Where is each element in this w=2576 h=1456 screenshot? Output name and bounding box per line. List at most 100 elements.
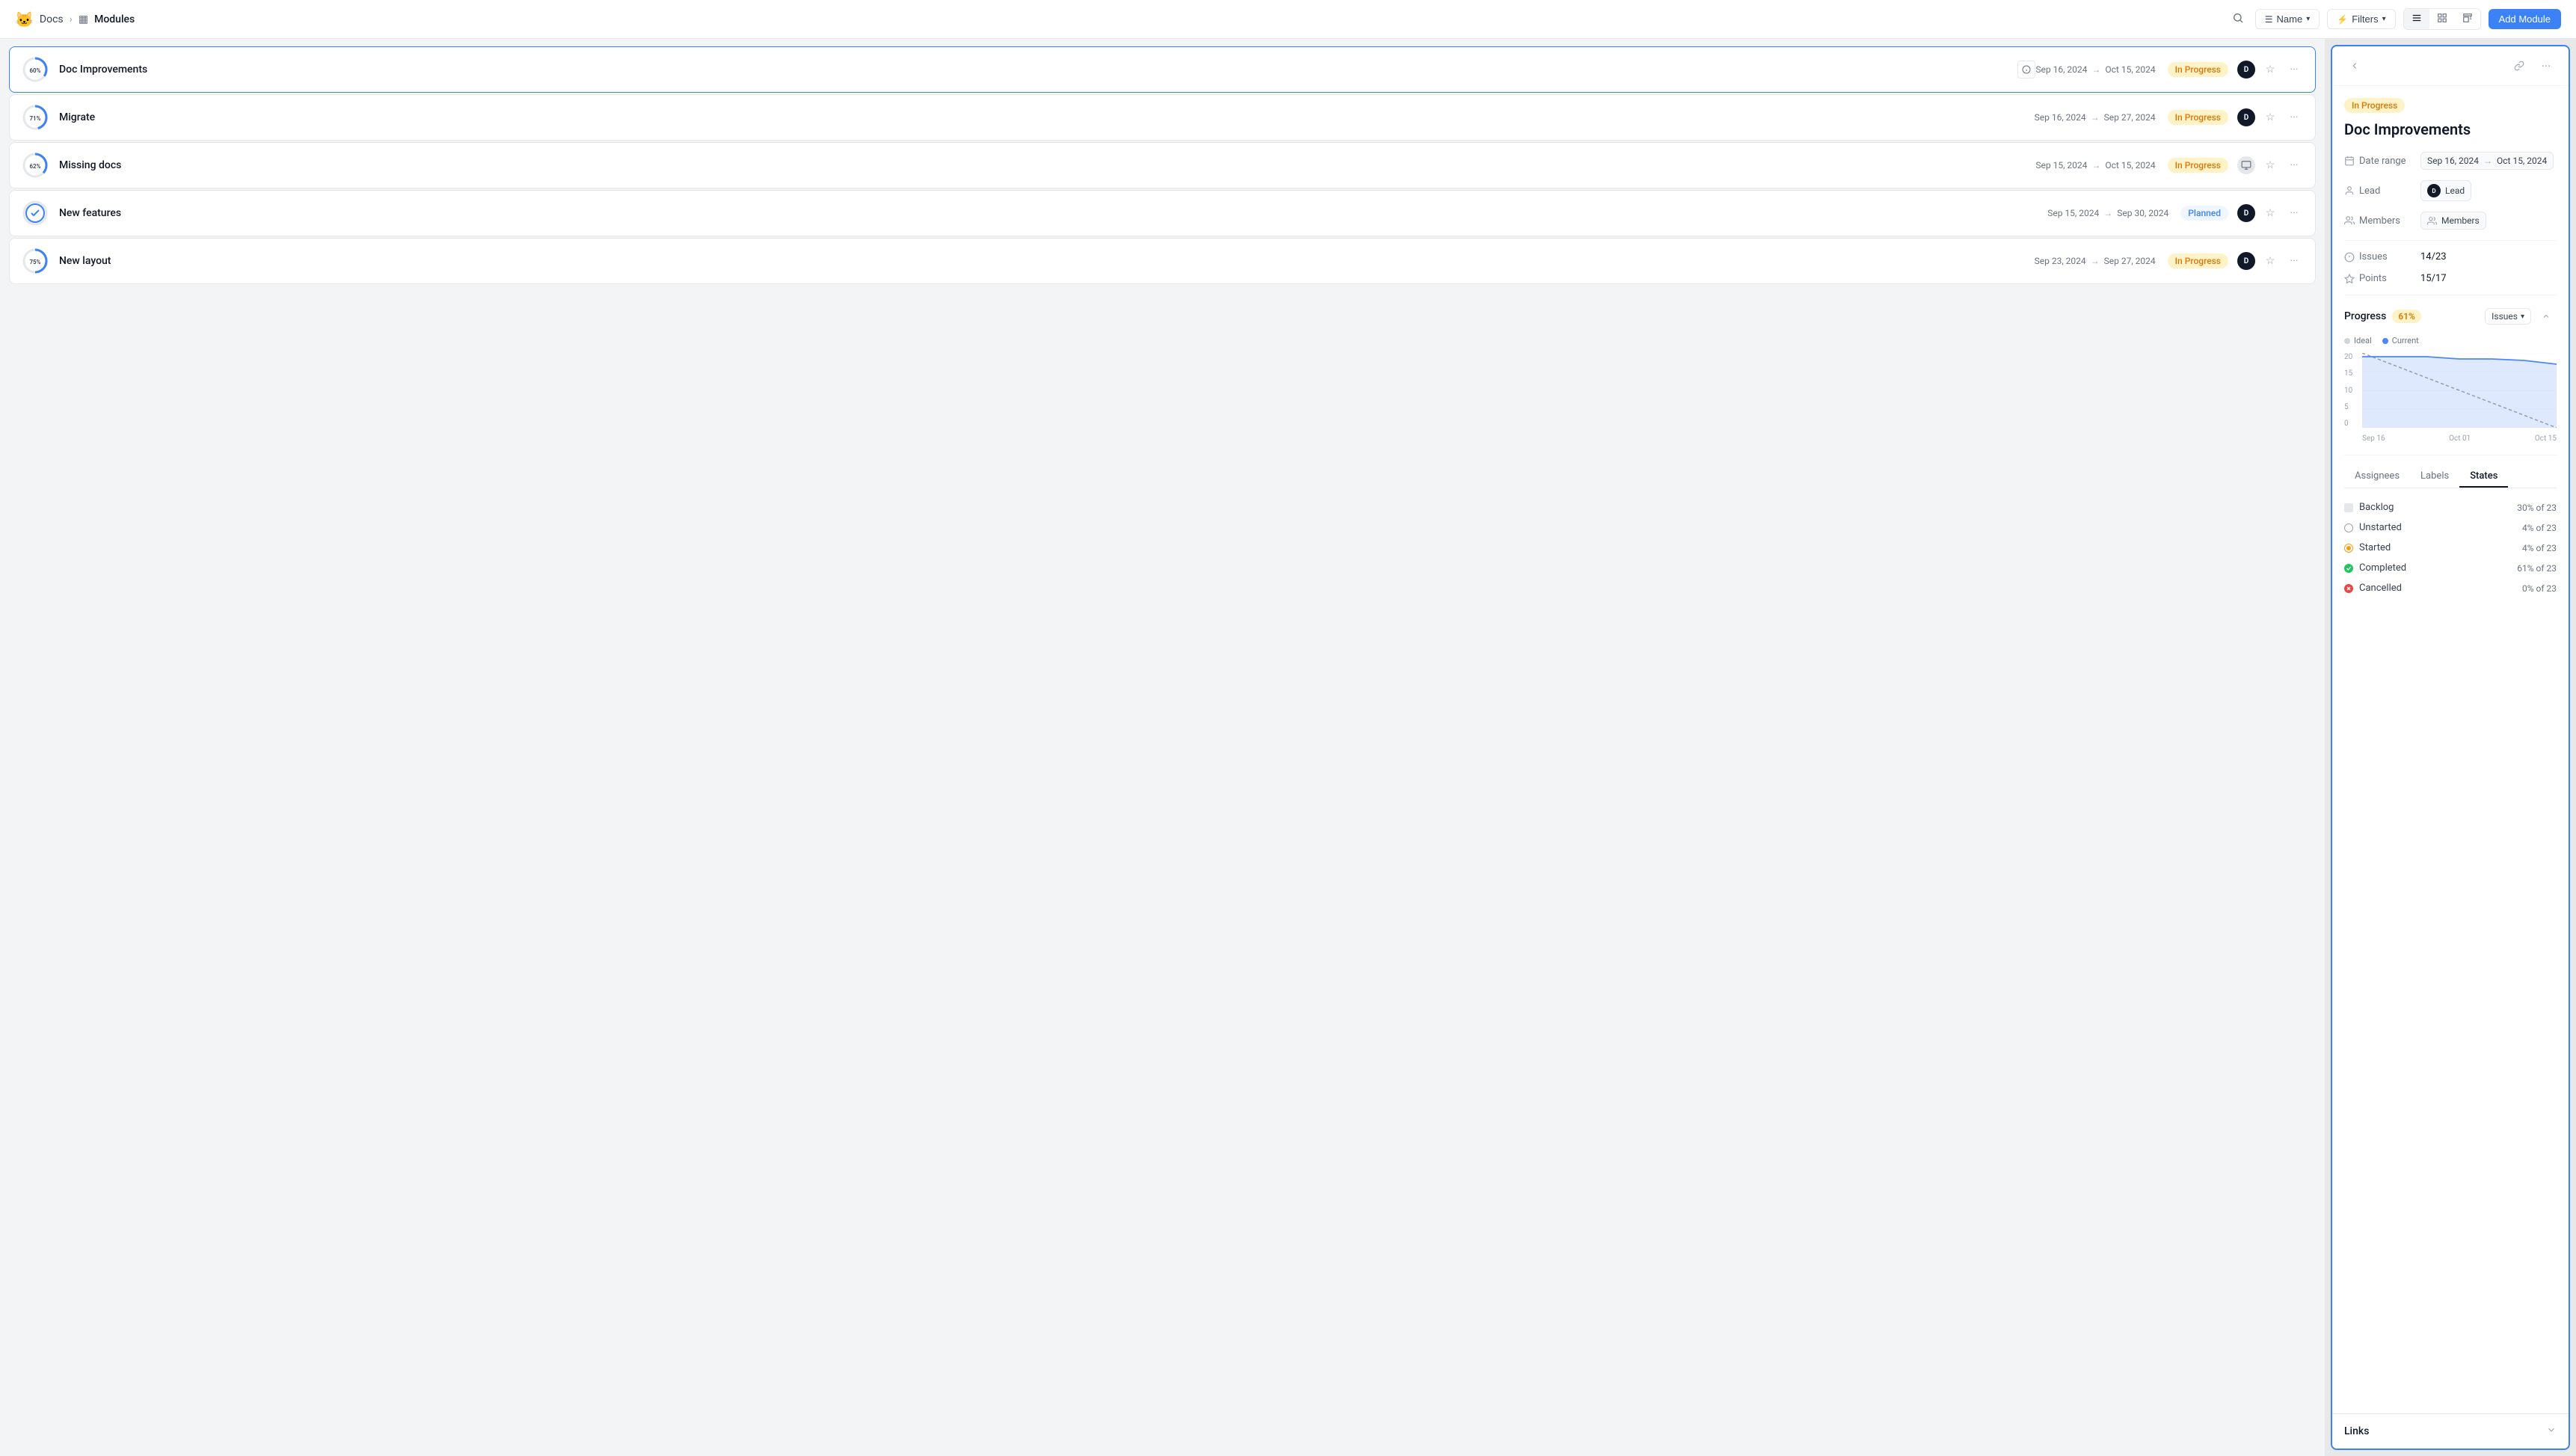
tab-labels[interactable]: Labels	[2410, 466, 2459, 488]
filters-icon: ⚡	[2337, 14, 2348, 25]
more-icon[interactable]: ···	[2285, 252, 2303, 270]
tab-assignees[interactable]: Assignees	[2344, 466, 2410, 488]
module-info-button[interactable]	[2017, 61, 2035, 79]
add-module-button[interactable]: Add Module	[2489, 9, 2561, 29]
state-icon-backlog	[2344, 503, 2353, 512]
breadcrumb-docs[interactable]: Docs	[40, 13, 64, 25]
link-icon[interactable]	[2509, 55, 2530, 76]
legend-current: Current	[2382, 336, 2419, 345]
svg-text:71%: 71%	[29, 115, 40, 122]
grid-view-button[interactable]	[2429, 9, 2455, 29]
burndown-svg	[2362, 353, 2557, 428]
detail-date-range-row: Date range Sep 16, 2024 → Oct 15, 2024	[2344, 152, 2557, 170]
date-range-label-text: Date range	[2359, 156, 2406, 167]
filters-chevron: ▾	[2382, 15, 2386, 23]
legend-ideal: Ideal	[2344, 336, 2372, 345]
module-name: Missing docs	[59, 159, 2035, 171]
collapse-chart-button[interactable]	[2536, 306, 2557, 327]
burndown-chart: 20 15 10 5 0	[2344, 353, 2557, 443]
detail-panel: ··· In Progress Doc Improvements	[2331, 45, 2570, 1450]
module-date-range: Sep 23, 2024 → Sep 27, 2024	[2035, 256, 2156, 266]
links-header[interactable]: Links	[2344, 1425, 2557, 1438]
module-date-range: Sep 15, 2024 → Oct 15, 2024	[2035, 160, 2155, 171]
more-options-icon[interactable]: ···	[2536, 55, 2557, 76]
status-badge: In Progress	[2168, 62, 2228, 77]
detail-view-button[interactable]	[2455, 9, 2480, 29]
star-icon[interactable]: ☆	[2261, 252, 2279, 270]
module-actions: D ☆ ···	[2237, 252, 2303, 270]
issues-label: Issues	[2344, 251, 2411, 262]
issues-filter-label: Issues	[2492, 311, 2518, 322]
legend-ideal-dot	[2344, 338, 2350, 344]
progress-pct-badge: 61%	[2392, 310, 2421, 323]
tab-states[interactable]: States	[2459, 466, 2508, 488]
breadcrumb-modules[interactable]: Modules	[94, 13, 135, 25]
detail-points-row: Points 15/17	[2344, 273, 2557, 284]
more-icon[interactable]: ···	[2285, 108, 2303, 126]
members-chip[interactable]: Members	[2420, 212, 2486, 230]
module-row[interactable]: 71% Migrate Sep 16, 2024 → Sep 27, 2024 …	[9, 94, 2316, 141]
star-icon[interactable]: ☆	[2261, 61, 2279, 79]
lead-name: Lead	[2445, 185, 2465, 196]
module-name: New features	[59, 207, 2047, 219]
filters-label: Filters	[2352, 13, 2378, 25]
chart-legend: Ideal Current	[2344, 336, 2557, 345]
list-view-button[interactable]	[2404, 9, 2429, 29]
lead-chip[interactable]: D Lead	[2420, 180, 2471, 201]
star-icon[interactable]: ☆	[2261, 156, 2279, 174]
legend-current-dot	[2382, 338, 2388, 344]
state-pct-backlog: 30% of 23	[2517, 503, 2557, 513]
name-filter-button[interactable]: ☰ Name ▾	[2255, 9, 2320, 29]
state-icon-cancelled	[2344, 584, 2353, 593]
progress-header: Progress 61% Issues ▾	[2344, 306, 2557, 327]
more-icon[interactable]: ···	[2285, 61, 2303, 79]
states-tabs: Assignees Labels States	[2344, 466, 2557, 488]
progress-controls: Issues ▾	[2485, 306, 2557, 327]
progress-circle-doc-improvements: 60%	[22, 56, 49, 83]
state-label-started: Started	[2344, 542, 2391, 553]
points-label: Points	[2344, 273, 2411, 284]
view-toggle	[2403, 8, 2481, 30]
state-label-backlog: Backlog	[2344, 502, 2394, 513]
avatar	[2237, 156, 2255, 174]
date-end: Oct 15, 2024	[2497, 156, 2547, 166]
status-badge: In Progress	[2168, 158, 2228, 173]
panel-title: Doc Improvements	[2344, 120, 2557, 138]
chart-x-labels: Sep 16 Oct 01 Oct 15	[2362, 434, 2557, 443]
header: 🐱 Docs › ▦ Modules ☰ Name ▾ ⚡ Filters ▾	[0, 0, 2576, 39]
module-date-range: Sep 15, 2024 → Sep 30, 2024	[2047, 208, 2168, 218]
breadcrumb-separator: ›	[70, 13, 73, 25]
filters-button[interactable]: ⚡ Filters ▾	[2327, 9, 2395, 29]
date-chip[interactable]: Sep 16, 2024 → Oct 15, 2024	[2420, 152, 2554, 170]
header-actions: ☰ Name ▾ ⚡ Filters ▾	[2228, 8, 2561, 30]
more-icon[interactable]: ···	[2285, 156, 2303, 174]
module-row[interactable]: New features Sep 15, 2024 → Sep 30, 2024…	[9, 190, 2316, 236]
state-row-unstarted: Unstarted 4% of 23	[2344, 517, 2557, 538]
state-icon-unstarted	[2344, 523, 2353, 532]
search-button[interactable]	[2228, 8, 2248, 30]
state-icon-completed	[2344, 564, 2353, 573]
breadcrumb: 🐱 Docs › ▦ Modules	[15, 10, 135, 28]
modules-icon: ▦	[79, 13, 88, 25]
module-row[interactable]: 75% New layout Sep 23, 2024 → Sep 27, 20…	[9, 238, 2316, 284]
progress-section: Progress 61% Issues ▾	[2344, 306, 2557, 443]
lead-avatar: D	[2427, 184, 2441, 197]
star-icon[interactable]: ☆	[2261, 108, 2279, 126]
panel-back-button[interactable]	[2344, 55, 2365, 76]
avatar: D	[2237, 108, 2255, 126]
issues-filter-button[interactable]: Issues ▾	[2485, 308, 2531, 325]
state-row-started: Started 4% of 23	[2344, 538, 2557, 558]
progress-title: Progress	[2344, 310, 2386, 322]
panel-status-badge: In Progress	[2344, 98, 2557, 120]
star-icon[interactable]: ☆	[2261, 204, 2279, 222]
links-chevron	[2546, 1425, 2557, 1438]
state-label-unstarted: Unstarted	[2344, 522, 2402, 533]
more-icon[interactable]: ···	[2285, 204, 2303, 222]
module-row[interactable]: 60% Doc Improvements Sep 16, 2024 → Oct …	[9, 46, 2316, 93]
detail-issues-row: Issues 14/23	[2344, 251, 2557, 262]
legend-ideal-label: Ideal	[2354, 336, 2372, 345]
detail-members-row: Members Members	[2344, 212, 2557, 230]
date-arrow: →	[2483, 156, 2492, 166]
divider	[2344, 240, 2557, 241]
module-row[interactable]: 62% Missing docs Sep 15, 2024 → Oct 15, …	[9, 142, 2316, 188]
